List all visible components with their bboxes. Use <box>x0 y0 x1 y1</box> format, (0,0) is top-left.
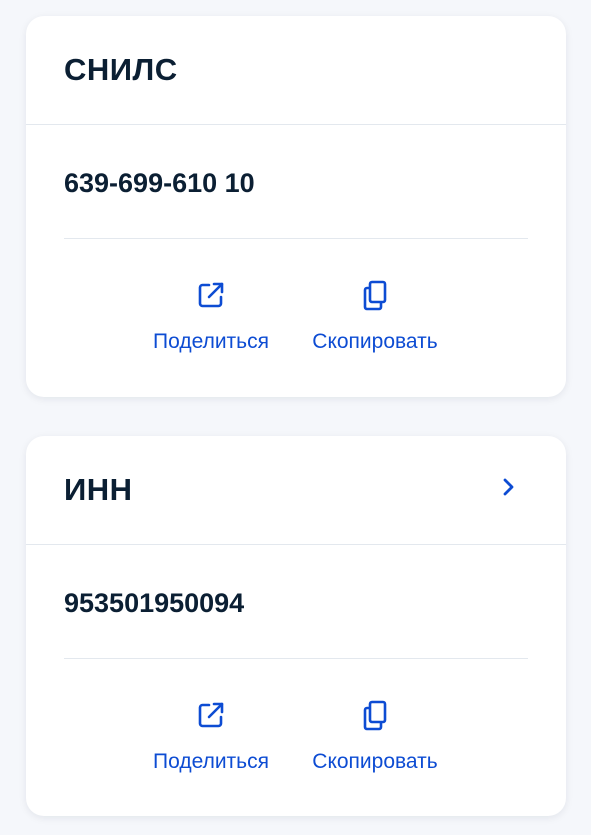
copy-button[interactable]: Скопировать <box>300 278 450 354</box>
share-button[interactable]: Поделиться <box>136 278 286 354</box>
chevron-right-icon[interactable] <box>500 476 516 498</box>
share-icon <box>198 282 224 308</box>
inn-number: 953501950094 <box>64 588 245 618</box>
divider <box>64 238 528 239</box>
card-header: СНИЛС <box>26 16 566 125</box>
card-title: ИНН <box>64 472 133 507</box>
snils-number: 639-699-610 10 <box>64 168 255 198</box>
copy-label: Скопировать <box>312 750 438 773</box>
snils-card: СНИЛС 639-699-610 10 Поделиться Скопиров… <box>26 16 566 397</box>
copy-label: Скопировать <box>312 330 438 353</box>
card-actions: Поделиться Скопировать <box>26 278 566 368</box>
copy-icon <box>363 700 387 731</box>
share-label: Поделиться <box>153 750 269 773</box>
inn-card[interactable]: ИНН 953501950094 Поделиться Скопировать <box>26 436 566 816</box>
card-header[interactable]: ИНН <box>26 436 566 545</box>
divider <box>64 658 528 659</box>
copy-button[interactable]: Скопировать <box>300 698 450 774</box>
copy-icon <box>363 280 387 311</box>
card-title: СНИЛС <box>64 52 178 87</box>
card-actions: Поделиться Скопировать <box>26 698 566 788</box>
share-label: Поделиться <box>153 330 269 353</box>
share-icon <box>198 702 224 728</box>
share-button[interactable]: Поделиться <box>136 698 286 774</box>
